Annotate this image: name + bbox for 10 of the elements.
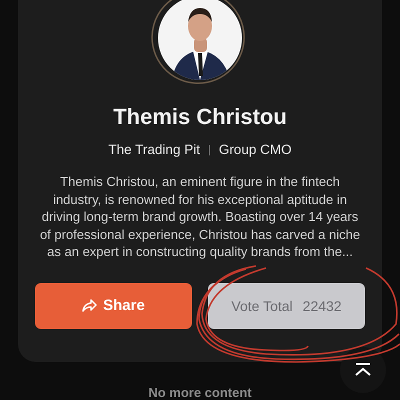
company-name: The Trading Pit	[108, 142, 200, 157]
vote-total-button[interactable]: Vote Total 22432	[208, 282, 365, 328]
profile-bio: Themis Christou, an eminent figure in the fintech industry, is renowned for his exceptional aptitude in driving long-term brand growth. Boasting over 14 years of professional experience, Christou has carved a niche as an expert in constructing quality brands from the...	[38, 173, 362, 260]
no-more-content-text: No more content	[147, 385, 253, 400]
share-icon	[82, 299, 98, 312]
chevron-up-icon	[353, 363, 373, 377]
separator: |	[208, 144, 211, 156]
share-button[interactable]: Share	[35, 282, 192, 328]
profile-name: Themis Christou	[113, 104, 287, 130]
job-title: Group CMO	[218, 142, 292, 157]
